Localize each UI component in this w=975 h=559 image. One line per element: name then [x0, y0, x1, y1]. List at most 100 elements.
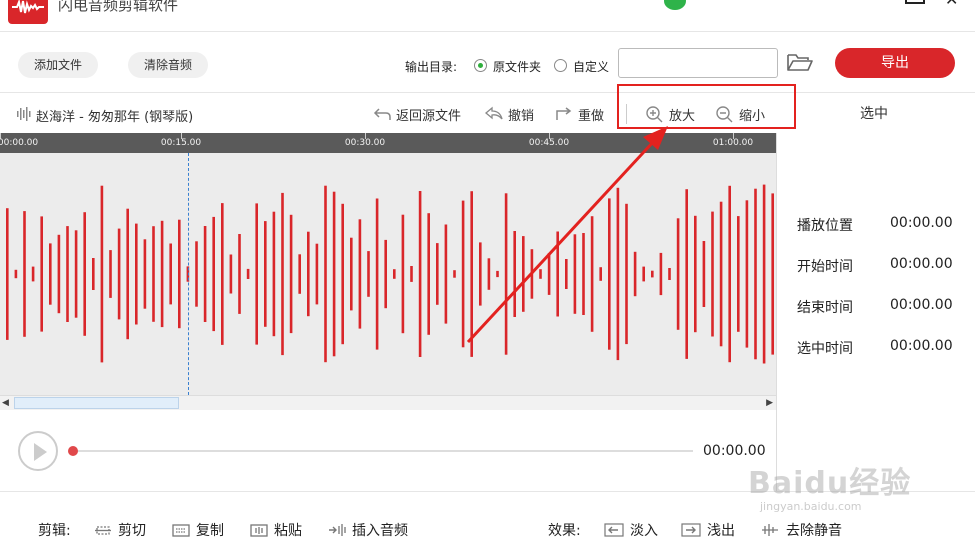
user-avatar-icon[interactable] — [664, 0, 686, 10]
app-title: 闪电音频剪辑软件 — [58, 0, 179, 14]
fade-in-button[interactable]: 淡入 — [604, 520, 658, 540]
close-icon[interactable]: ✕ — [945, 0, 958, 9]
waveform-bar — [264, 221, 267, 327]
folder-open-icon[interactable] — [786, 52, 814, 76]
remove-silence-label: 去除静音 — [786, 523, 842, 539]
waveform-bar — [633, 251, 637, 297]
fade-out-icon — [681, 523, 701, 537]
copy-button[interactable]: 复制 — [172, 520, 224, 540]
back-to-source-button[interactable]: 返回源文件 — [372, 103, 461, 125]
waveform-bar — [135, 223, 138, 325]
waveform-bar — [530, 249, 534, 299]
radio-original-folder-label: 原文件夹 — [493, 60, 542, 74]
play-button[interactable] — [18, 431, 58, 471]
waveform-bar — [461, 200, 465, 348]
waveform-bar — [487, 258, 491, 290]
waveform-bar — [358, 219, 362, 329]
waveform-bar — [608, 198, 611, 350]
waveform-bar — [117, 228, 121, 320]
waveform-bar — [272, 211, 276, 337]
radio-custom-folder[interactable] — [554, 59, 567, 72]
window-mode-icon[interactable] — [905, 0, 925, 4]
waveform-bar — [616, 187, 620, 361]
playhead-marker[interactable] — [188, 153, 189, 395]
waveform-bar — [659, 252, 663, 296]
waveform-bar — [324, 185, 327, 363]
waveform-bar — [221, 203, 224, 345]
waveform-bar — [246, 268, 250, 279]
effects-section-label: 效果: — [548, 523, 581, 539]
start-time-label: 开始时间 — [797, 259, 853, 275]
waveform-bar — [745, 200, 749, 348]
waveform-bar — [100, 185, 104, 363]
waveform-bar — [470, 191, 473, 357]
copy-icon — [172, 524, 190, 537]
output-path-input[interactable] — [618, 48, 778, 78]
scroll-right-icon[interactable]: ▶ — [766, 396, 773, 410]
play-position-value: 00:00.00 — [890, 215, 953, 231]
waveform-bar — [195, 241, 198, 307]
waveform-bar — [651, 270, 654, 278]
tick-label: 00:30.00 — [344, 138, 386, 148]
watermark-logo: Baidu经验 — [748, 466, 912, 501]
waveform-bar — [57, 234, 61, 314]
waveform-bar — [31, 266, 35, 282]
tick-label: 01:00.00 — [712, 138, 754, 148]
panel-divider — [776, 133, 777, 491]
radio-custom-folder-label: 自定义 — [573, 60, 610, 74]
waveform-bar — [436, 243, 439, 305]
waveform-bar — [771, 193, 774, 355]
tick-label: 00:45.00 — [528, 138, 570, 148]
redo-label: 重做 — [578, 108, 605, 124]
remove-silence-icon — [762, 524, 778, 536]
waveform-bar — [307, 231, 310, 317]
waveform-bar — [255, 203, 258, 345]
waveform-bar — [711, 211, 714, 337]
playback-progress-knob[interactable] — [68, 446, 78, 456]
clear-audio-button[interactable]: 清除音频 — [128, 52, 209, 78]
waveform-bar — [642, 266, 645, 282]
horizontal-scrollbar[interactable]: ◀ ▶ — [0, 395, 776, 410]
undo-button[interactable]: 撤销 — [484, 103, 534, 125]
waveform-bar — [728, 185, 731, 363]
playback-progress-bar[interactable] — [73, 450, 693, 452]
waveform-bar — [513, 231, 516, 317]
waveform-canvas[interactable] — [0, 153, 776, 395]
waveform-bar — [40, 216, 43, 332]
waveform-bar — [238, 234, 241, 314]
selection-duration-value: 00:00.00 — [890, 338, 953, 354]
radio-original-folder[interactable] — [474, 59, 487, 72]
waveform-bar — [109, 250, 112, 298]
waveform-bar — [453, 270, 456, 278]
redo-button[interactable]: 重做 — [554, 103, 604, 125]
tick-label: 00:15.00 — [160, 138, 202, 148]
annotation-highlight-box — [617, 84, 796, 129]
waveform-bar — [341, 203, 344, 345]
waveform-bar — [126, 208, 129, 340]
insert-audio-button[interactable]: 插入音频 — [328, 520, 408, 540]
undo-icon — [484, 106, 503, 120]
back-arrow-icon — [373, 108, 391, 120]
waveform-bar — [92, 258, 95, 290]
waveform-bar — [496, 270, 499, 278]
waveform-bar — [160, 220, 164, 328]
waveform-bar — [393, 269, 396, 279]
add-file-button[interactable]: 添加文件 — [18, 52, 99, 78]
waveform-bar — [599, 267, 602, 281]
waveform-bar — [762, 184, 766, 364]
fade-out-button[interactable]: 浅出 — [681, 520, 735, 540]
paste-button[interactable]: 粘贴 — [250, 520, 302, 540]
undo-label: 撤销 — [508, 108, 535, 124]
edit-section-label: 剪辑: — [38, 523, 71, 539]
scrollbar-thumb[interactable] — [14, 397, 179, 409]
export-button[interactable]: 导出 — [835, 48, 955, 78]
fade-in-icon — [604, 523, 624, 537]
remove-silence-button[interactable]: 去除静音 — [760, 520, 842, 540]
timeline-ruler[interactable]: 00:00.00 00:15.00 00:30.00 00:45.00 01:0… — [0, 133, 776, 153]
track-name: 赵海洋 - 匆匆那年 (钢琴版) — [36, 110, 194, 125]
output-directory-label: 输出目录: — [405, 60, 458, 74]
waveform-bar — [74, 230, 78, 318]
waveform-bar — [547, 253, 551, 295]
cut-button[interactable]: 剪切 — [94, 520, 146, 540]
scroll-left-icon[interactable]: ◀ — [2, 396, 9, 410]
